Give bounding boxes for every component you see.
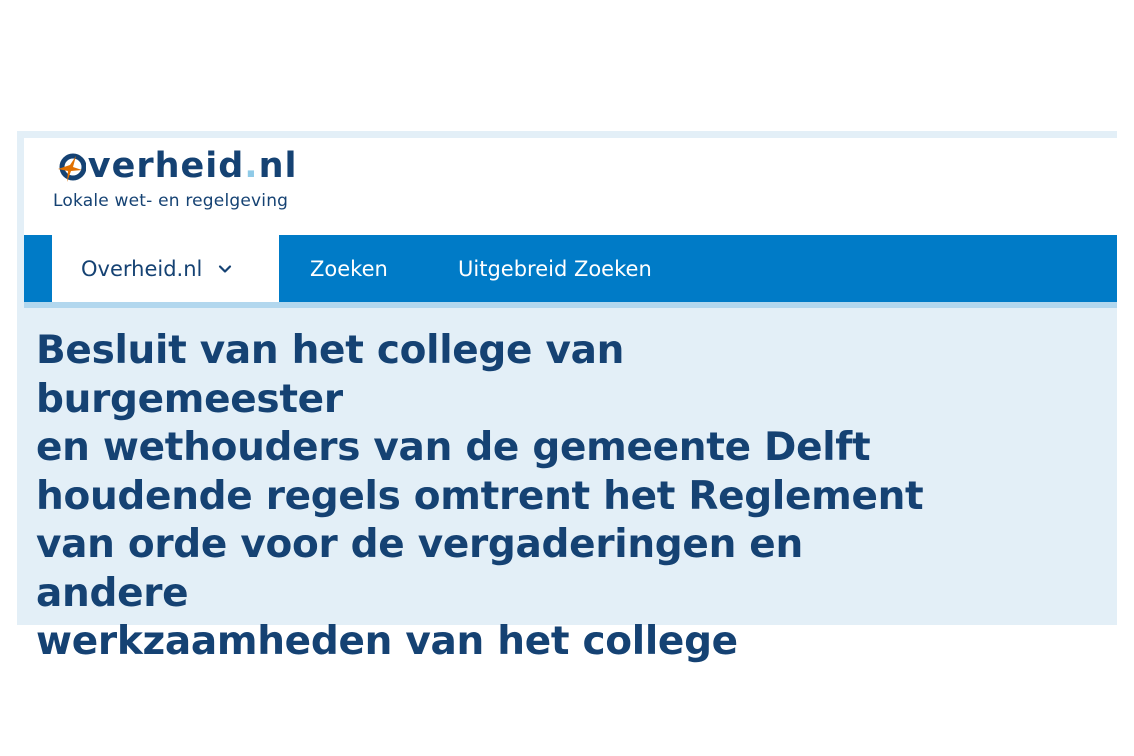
nav-underline — [24, 302, 1117, 308]
chevron-down-icon — [219, 264, 232, 273]
page-frame: Overheid.nl Lokale wet- en regelgeving O… — [17, 131, 1117, 664]
nav-item-label: Overheid.nl — [81, 256, 203, 281]
nav-item-uitgebreid-zoeken[interactable]: Uitgebreid Zoeken — [458, 235, 652, 302]
nav-item-label: Uitgebreid Zoeken — [458, 256, 652, 281]
title-line: Besluit van het college van burgemeester — [36, 328, 625, 422]
site-header: Overheid.nl Lokale wet- en regelgeving — [24, 138, 1117, 235]
title-line: en wethouders van de gemeente Delft — [36, 425, 871, 470]
logo-wordmark: Overheid.nl — [87, 146, 298, 186]
main-navigation: Overheid.nl Zoeken Uitgebreid Zoeken — [24, 235, 1117, 302]
title-line: houdende regels omtrent het Reglement — [36, 473, 924, 519]
title-line: werkzaamheden van het college — [36, 619, 738, 664]
site-logo[interactable]: Overheid.nl — [56, 146, 298, 186]
site-tagline: Lokale wet- en regelgeving — [53, 191, 289, 211]
title-line: van orde voor de vergaderingen en andere — [36, 522, 803, 616]
nav-item-zoeken[interactable]: Zoeken — [310, 235, 388, 302]
page-title: Besluit van het college van burgemeester… — [36, 327, 936, 667]
nav-item-overheid[interactable]: Overheid.nl — [52, 235, 279, 302]
nav-item-label: Zoeken — [310, 256, 388, 281]
